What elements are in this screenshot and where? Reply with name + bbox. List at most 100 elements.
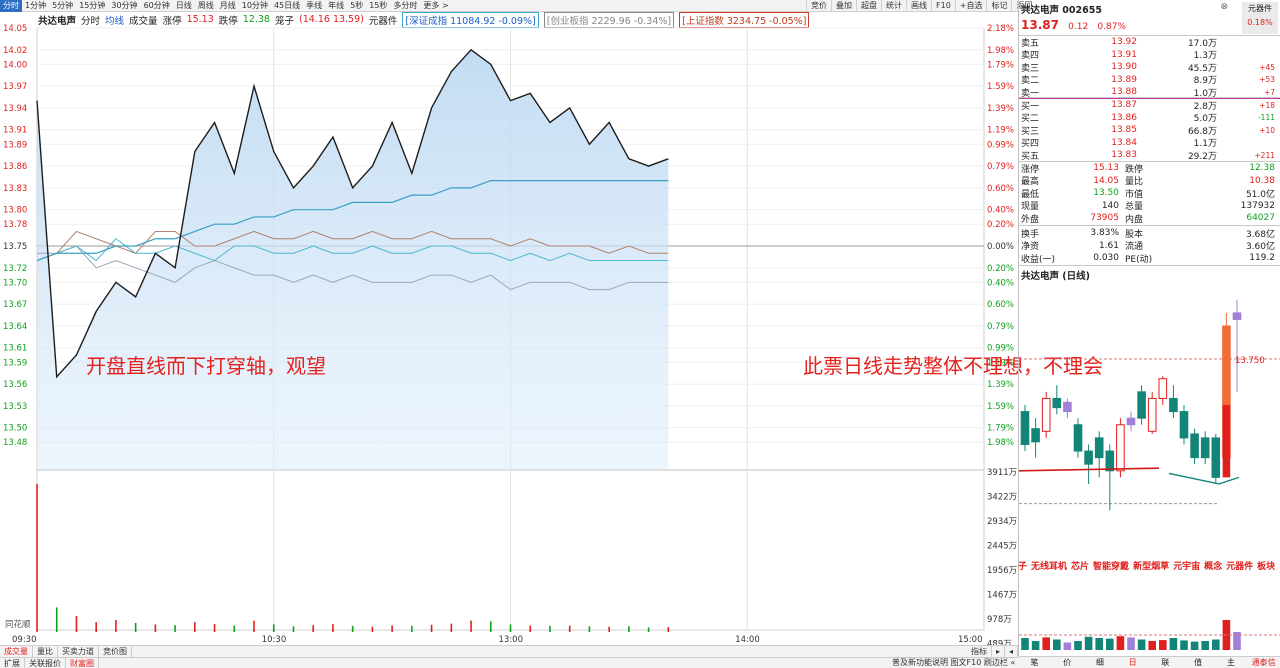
panel-title: 共达电声 002655 [1021, 5, 1102, 16]
panel-tab[interactable]: 联 [1149, 657, 1182, 668]
y-tick-left: 13.64 [3, 322, 27, 332]
volume-bar [470, 620, 472, 632]
concept-tag[interactable]: 新型烟草 [1133, 562, 1169, 572]
order-price: 13.86 [1111, 112, 1137, 123]
daily-volume-bar [1169, 638, 1178, 650]
panel-tab[interactable]: 笔 [1018, 657, 1051, 668]
indicator-tab[interactable]: 成交量 [0, 646, 33, 657]
daily-volume-bar [1106, 638, 1114, 650]
daily-volume-bar [1063, 642, 1072, 650]
volume-bar [391, 625, 393, 632]
order-book-row[interactable]: 买三 13.85 66.8万 +10 [1021, 124, 1279, 137]
panel-tab[interactable]: 值 [1182, 657, 1215, 668]
stat-value: 13.50 [1093, 188, 1119, 199]
panel-tab[interactable]: 主 [1215, 657, 1248, 668]
order-price: 13.92 [1111, 37, 1137, 48]
stat-value: 3.83% [1090, 228, 1119, 239]
y-tick-right: 1.19% [987, 126, 1014, 136]
daily-volume-bar [1190, 641, 1199, 650]
extra-tab[interactable]: 关联报价 [25, 657, 66, 668]
daily-volume-bar [1159, 640, 1167, 650]
concept-tag[interactable]: 元器件 [1226, 562, 1253, 572]
intraday-chart[interactable]: 14.05 2.18% 14.02 1.98% 14.00 1.79% 13.97 1.59%… [0, 0, 1018, 645]
status-links[interactable]: 普及新功能说明 图文F10 刷边栏 « [892, 657, 1015, 668]
indicator-control[interactable]: ▸ [992, 646, 1005, 657]
sector-badge[interactable]: 元器件 0.18% [1242, 2, 1278, 34]
concept-tag[interactable]: 芯片 [1071, 562, 1089, 572]
stat-key: 涨停 [1021, 164, 1040, 175]
stat-key: 最高 [1021, 177, 1040, 188]
order-book-row[interactable]: 卖四 13.91 1.3万 [1021, 49, 1279, 62]
volume-bar [174, 625, 176, 632]
volume-bar [312, 625, 315, 632]
panel-tab[interactable]: 价 [1051, 657, 1084, 668]
indicator-tab[interactable]: 竞价图 [99, 646, 132, 657]
y-tick-right: 0.00% [987, 242, 1014, 252]
panel-tab[interactable]: 细 [1084, 657, 1117, 668]
panel-tab[interactable]: 日 [1116, 657, 1149, 668]
indicator-tab[interactable]: 量比 [33, 646, 58, 657]
y-tick-right: 0.99% [987, 140, 1014, 150]
volume-bar [213, 624, 216, 632]
time-tick: 09:30 [12, 635, 37, 645]
extra-tabs: 扩展 关联报价 财富圈 [0, 657, 1018, 668]
candle-body [1084, 450, 1093, 465]
stat-key: 内盘 [1125, 214, 1144, 225]
order-book-row[interactable]: 卖三 13.90 45.5万 +45 [1021, 61, 1279, 74]
stat-key: 流通 [1125, 242, 1144, 253]
daily-volume-bar [1212, 639, 1220, 650]
candle-body [1052, 397, 1062, 409]
order-book-row[interactable]: 卖二 13.89 8.9万 +53 [1021, 74, 1279, 87]
order-change: -111 [1257, 113, 1275, 123]
y-tick-left: 13.94 [3, 104, 27, 114]
concept-tag[interactable]: 子 [1018, 562, 1027, 572]
indicator-control[interactable]: 指标 [967, 646, 992, 657]
order-book-row[interactable]: 买二 13.86 5.0万 -111 [1021, 112, 1279, 125]
order-volume: 8.9万 [1193, 76, 1217, 87]
stat-value: 137932 [1240, 200, 1275, 211]
order-price: 13.85 [1111, 125, 1137, 136]
concept-tag[interactable]: 板块 [1257, 562, 1275, 572]
order-volume: 29.2万 [1187, 151, 1217, 162]
y-tick-right: 0.60% [987, 184, 1014, 194]
extra-tab[interactable]: 扩展 [0, 657, 25, 668]
daily-volume-bar [1148, 641, 1156, 650]
y-tick-left: 13.78 [3, 220, 27, 230]
panel-bottom-tabs: 笔价细日联值主通泰信 [1018, 656, 1280, 668]
order-change: +53 [1259, 75, 1275, 85]
panel-tab[interactable]: 通泰信 [1247, 657, 1280, 668]
volume-bar [411, 625, 413, 632]
y-tick-left: 13.50 [3, 424, 27, 434]
order-book-row[interactable]: 买一 13.87 2.8万 +18 [1021, 99, 1279, 112]
daily-volume-bar [1053, 639, 1061, 650]
stat-key: 市值 [1125, 189, 1144, 200]
concept-tag[interactable]: 智能穿戴 [1093, 562, 1129, 572]
order-book-row[interactable]: 买四 13.84 1.1万 [1021, 137, 1279, 150]
daily-kline-chart[interactable]: 13.750 [1019, 266, 1280, 656]
price-area [37, 49, 669, 471]
daily-volume-bar [1084, 636, 1093, 650]
order-book-row[interactable]: 买五 13.83 29.2万 +211 [1021, 149, 1279, 162]
volume-bar [154, 624, 157, 632]
order-book-row[interactable]: 卖五 13.92 17.0万 [1021, 36, 1279, 49]
extra-tab[interactable]: 财富圈 [66, 657, 99, 668]
concept-tag[interactable]: 元宇宙 [1173, 562, 1200, 572]
order-change: +18 [1259, 100, 1275, 110]
concept-tag[interactable]: 无线耳机 [1031, 562, 1067, 572]
order-price: 13.90 [1111, 62, 1137, 73]
y-tick-left: 13.89 [3, 140, 27, 150]
daily-volume-bar [1021, 638, 1029, 650]
order-price: 13.88 [1111, 87, 1137, 98]
concept-bar: 子无线耳机 芯片 智能穿戴 新型烟草 元宇宙 概念 元器件 板块 [1018, 559, 1280, 572]
panel-divider [1019, 161, 1280, 162]
volume-bar [568, 625, 571, 632]
concept-tag[interactable]: 概念 [1204, 562, 1222, 572]
y-tick-right: 1.98% [987, 438, 1014, 448]
indicator-control[interactable]: ◂ [1005, 646, 1018, 657]
candle-body [1158, 378, 1168, 399]
volume-bar [233, 625, 236, 632]
indicator-tab[interactable]: 买卖力道 [58, 646, 99, 657]
volume-bar [667, 627, 670, 632]
y-tick-right: 0.20% [987, 264, 1014, 274]
candle-body [1094, 437, 1104, 459]
